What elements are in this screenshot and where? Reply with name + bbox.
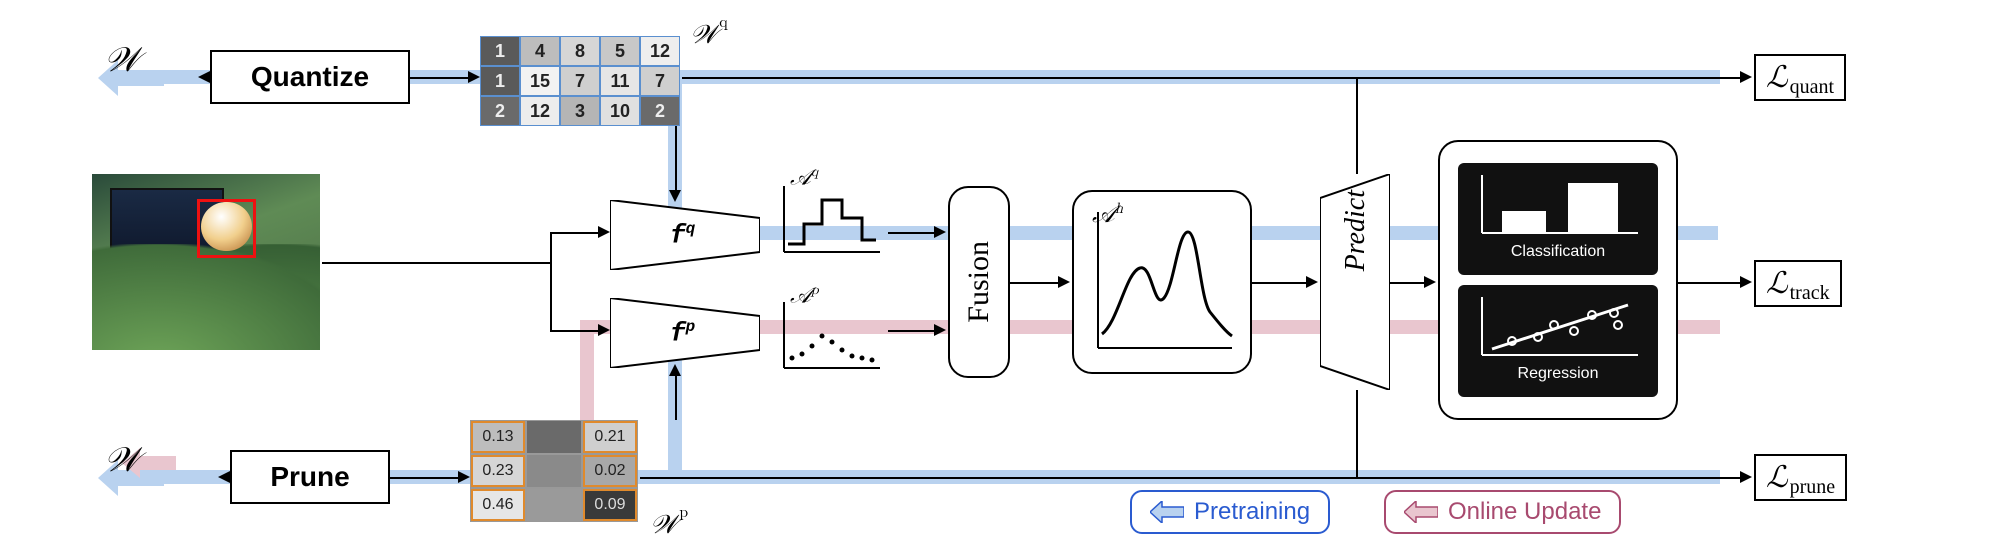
legend-pretraining-label: Pretraining [1194,498,1310,526]
loss-quant: ℒquant [1754,54,1846,101]
legend-online-label: Online Update [1448,498,1601,526]
label-fq: fq [670,220,695,251]
arrow [1010,282,1060,284]
arrow [390,477,460,479]
output-panel: Classification Regression [1438,140,1678,420]
arrowhead [458,471,470,483]
bounding-box [197,199,256,259]
arrow [1356,390,1358,478]
predict-label: Predict [1340,190,1372,277]
matrix-wp: 0.13 0.21 0.23 0.02 0.46 0.09 [470,420,638,522]
label-wq: 𝒲q [690,20,726,52]
arrow [682,77,1742,79]
fusion-box: Fusion [948,186,1010,378]
arrowhead [1740,471,1752,483]
arrowhead [1058,276,1070,288]
arrow [550,330,600,332]
arrow [1252,282,1308,284]
legend-online: Online Update [1384,490,1621,534]
symbol-w-bottom: 𝒲 [104,442,140,480]
legend-pretraining: Pretraining [1130,490,1330,534]
arrowhead [669,364,681,376]
arrowhead [468,71,480,83]
arrowhead [934,324,946,336]
label-wp: 𝒲p [650,510,686,542]
classification-panel: Classification [1458,163,1658,275]
arrow [640,477,1742,479]
symbol-w-top: 𝒲 [104,42,140,80]
arrow-left-icon [1404,501,1438,523]
prune-label: Prune [270,461,349,493]
arrow [550,232,600,234]
label-fp: fp [670,318,695,349]
arrowhead [1306,276,1318,288]
arrowhead [598,324,610,336]
arrow [888,330,936,332]
arrowhead [1424,276,1436,288]
arrowhead [198,71,210,83]
arrow-left-icon [1150,501,1184,523]
arrowhead [1740,276,1752,288]
fusion-label: Fusion [962,241,996,323]
arrowhead [1740,71,1752,83]
activation-q [776,180,886,265]
arrow [550,232,552,332]
arrow [1678,282,1742,284]
loss-track: ℒtrack [1754,260,1842,307]
loss-prune: ℒprune [1754,454,1847,501]
arrowhead [218,471,230,483]
arrowhead [934,226,946,238]
arrow [675,374,677,420]
arrow [888,232,936,234]
arrow [410,77,470,79]
quantize-box: Quantize [210,50,410,104]
matrix-wq: 1 4 8 5 12 1 15 7 11 7 2 12 3 10 2 [480,36,680,126]
arrow [322,262,552,264]
arrowhead [598,226,610,238]
regression-panel: Regression [1458,285,1658,397]
arrowhead [669,190,681,202]
arrow [1356,78,1358,174]
input-image [90,172,322,352]
label-aq: 𝒜q [790,164,818,191]
regression-label: Regression [1518,365,1599,383]
arrow [675,126,677,192]
classification-label: Classification [1511,243,1605,261]
label-ah: 𝒜h [1092,200,1123,230]
quantize-label: Quantize [251,61,369,93]
prune-box: Prune [230,450,390,504]
arrow [1390,282,1426,284]
label-ap: 𝒜p [790,282,819,309]
